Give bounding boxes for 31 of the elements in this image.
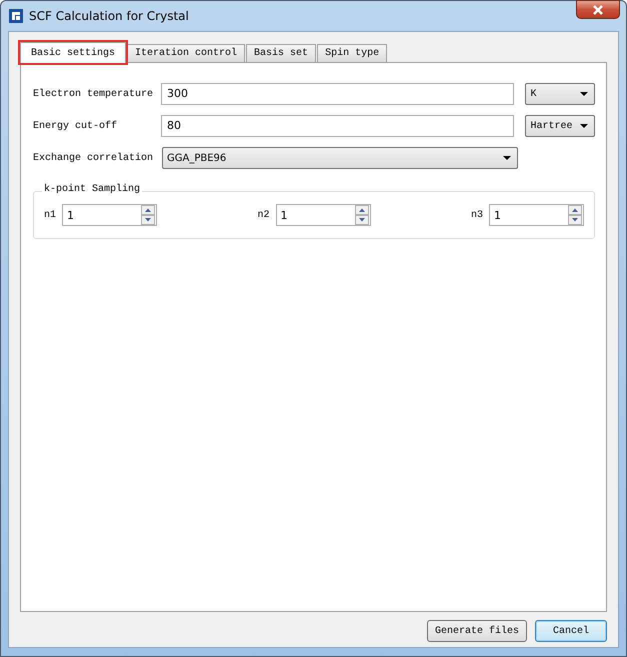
spinner-label: n2 bbox=[257, 210, 270, 220]
field-label: Exchange correlation bbox=[33, 152, 154, 164]
spinner-label: n3 bbox=[470, 210, 483, 220]
spin-buttons-icon[interactable] bbox=[141, 205, 156, 225]
spinner-label: n1 bbox=[44, 210, 56, 220]
input-field[interactable]: 80 bbox=[161, 115, 514, 137]
close-icon bbox=[592, 4, 604, 14]
field-label: Energy cut-off bbox=[33, 120, 118, 132]
unit-dropdown[interactable]: Hartree bbox=[525, 115, 595, 137]
dropdown[interactable]: GGA_PBE96 bbox=[162, 147, 518, 169]
tab[interactable]: Basic settings bbox=[20, 42, 126, 63]
close-button[interactable] bbox=[576, 0, 620, 19]
tab[interactable]: Spin type bbox=[317, 44, 388, 62]
spin-box[interactable]: 1 bbox=[62, 204, 158, 226]
dialog-button[interactable]: Cancel bbox=[535, 620, 607, 642]
spin-buttons-icon[interactable] bbox=[568, 205, 582, 225]
spin-buttons-icon[interactable] bbox=[354, 205, 368, 225]
tab[interactable]: Basis set bbox=[246, 44, 316, 62]
window-title: SCF Calculation for Crystal bbox=[29, 9, 189, 23]
spin-box[interactable]: 1 bbox=[488, 204, 584, 226]
group-title: k-point Sampling bbox=[42, 184, 142, 195]
field-label: Electron temperature bbox=[33, 88, 154, 100]
dropdown-arrow-icon bbox=[580, 124, 588, 128]
dialog-button[interactable]: Generate files bbox=[426, 620, 527, 642]
unit-dropdown[interactable]: K bbox=[525, 83, 595, 105]
app-icon bbox=[9, 9, 23, 23]
spin-box[interactable]: 1 bbox=[276, 204, 370, 226]
dropdown-arrow-icon bbox=[580, 92, 588, 96]
tab[interactable]: Iteration control bbox=[127, 44, 246, 62]
dropdown-arrow-icon bbox=[503, 156, 511, 160]
input-field[interactable]: 300 bbox=[161, 83, 514, 105]
